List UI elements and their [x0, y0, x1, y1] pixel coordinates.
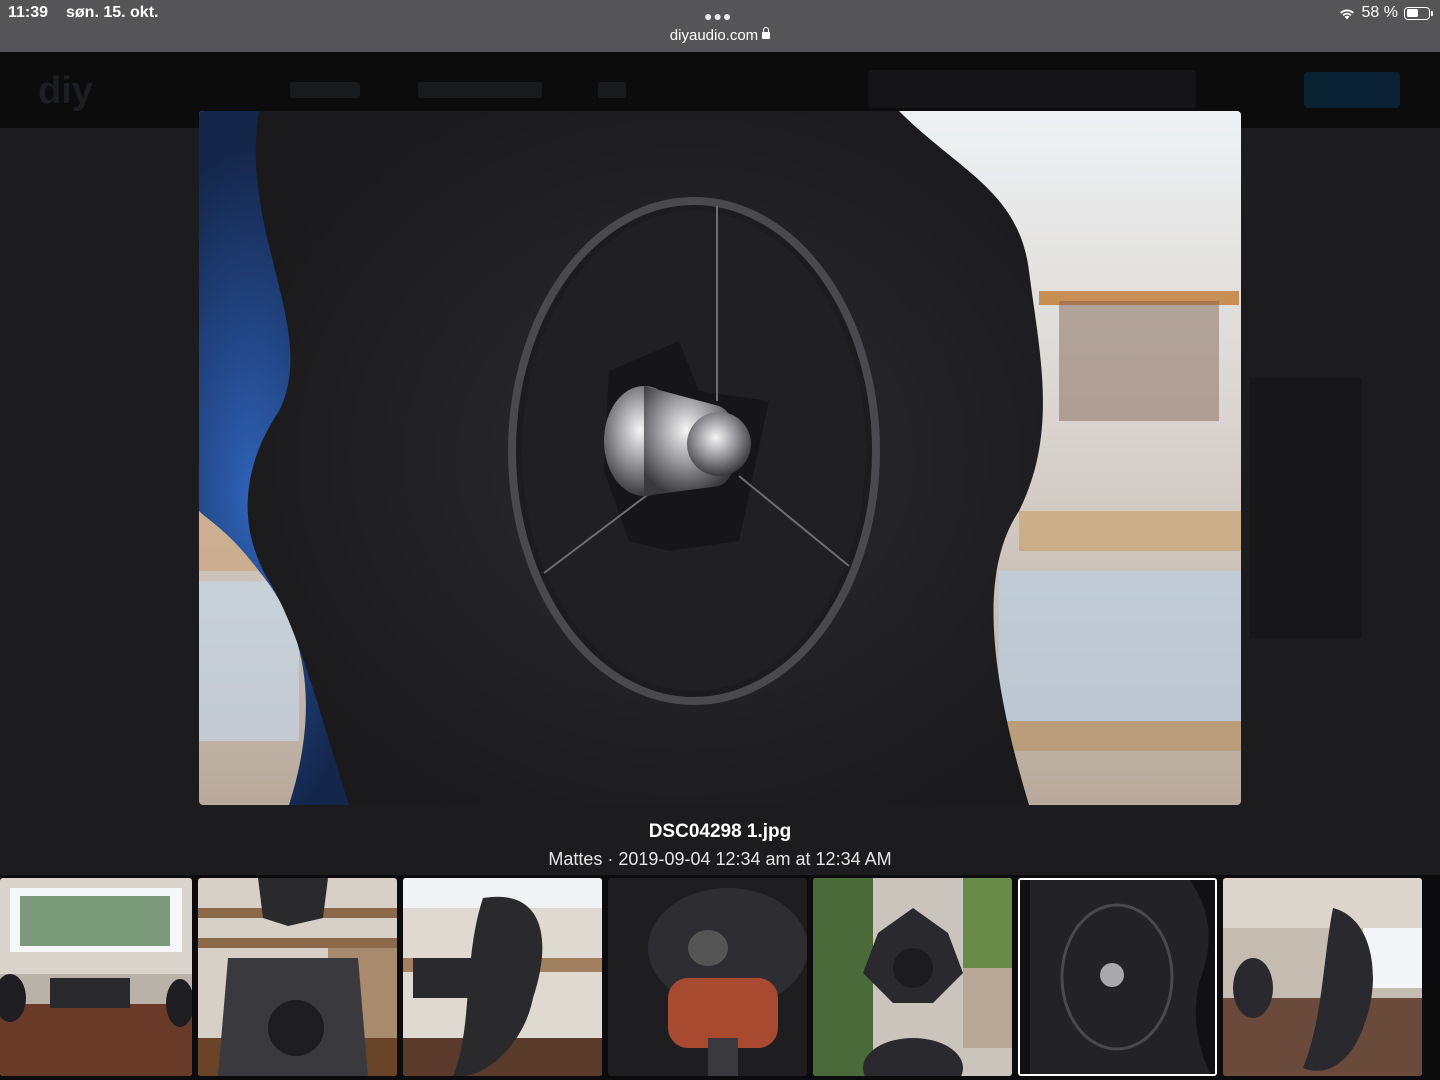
- url-text: diyaudio.com: [669, 27, 759, 44]
- thumbnail-5[interactable]: [813, 878, 1012, 1076]
- wifi-icon: [1339, 8, 1354, 19]
- lightbox-main-image[interactable]: [199, 111, 1241, 805]
- address-bar[interactable]: diyaudio.com: [0, 27, 1440, 44]
- status-date: søn. 15. okt.: [66, 4, 159, 21]
- battery-fill: [1406, 9, 1418, 17]
- thumbnail-strip: [0, 875, 1440, 1080]
- thumbnail-7[interactable]: [1223, 878, 1422, 1076]
- more-dots-icon[interactable]: ●●●: [704, 8, 732, 24]
- thumbnail-6-active[interactable]: [1018, 878, 1217, 1076]
- status-indicators: 58 %: [1338, 4, 1433, 22]
- thumbnail-3[interactable]: [403, 878, 602, 1076]
- image-meta: Mattes · 2019-09-04 12:34 am at 12:34 AM: [548, 849, 892, 869]
- thumbnail-2[interactable]: [198, 878, 397, 1076]
- status-time: 11:39: [8, 4, 49, 21]
- image-title: DSC04298 1.jpg: [648, 821, 792, 842]
- battery-icon: [1404, 6, 1433, 20]
- status-bar: 11:39 søn. 15. okt. ●●● diyaudio.com 58 …: [0, 0, 1440, 52]
- battery-percent: 58 %: [1361, 4, 1398, 21]
- thumbnail-1[interactable]: [0, 878, 192, 1076]
- thumbnail-4[interactable]: [608, 878, 807, 1076]
- lock-icon: [762, 27, 771, 39]
